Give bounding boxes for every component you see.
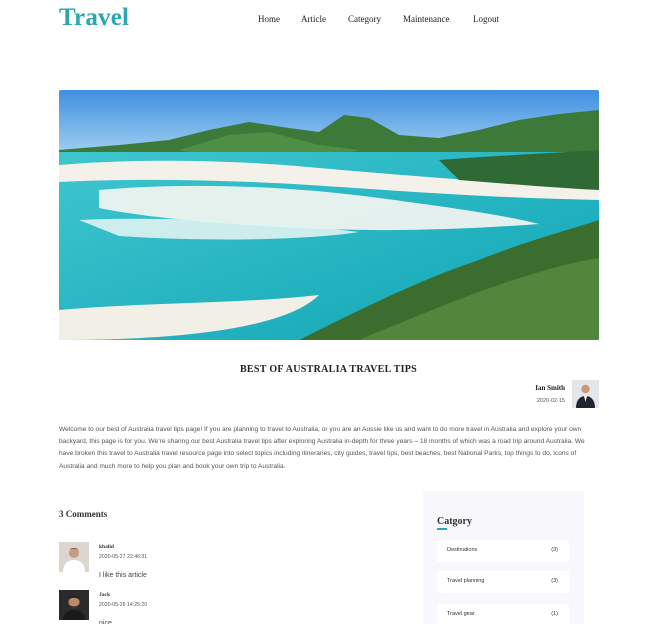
site-logo[interactable]: Travel [59, 4, 129, 32]
category-sidebar: Catgory Destinations (3) Travel planning… [423, 491, 584, 624]
author-info: Ian Smith 2020-02-15 [535, 384, 565, 404]
nav-logout[interactable]: Logout [473, 14, 499, 24]
comment-text: I like this article [99, 572, 147, 579]
author-avatar [572, 380, 599, 408]
author-name: Ian Smith [535, 384, 565, 392]
category-item-travel-planning[interactable]: Travel planning (3) [437, 571, 569, 593]
nav-home[interactable]: Home [258, 14, 301, 24]
title-underline [437, 528, 447, 530]
nav-maintenance[interactable]: Maintenance [403, 14, 473, 24]
category-count: (3) [551, 578, 558, 584]
nav-article[interactable]: Article [301, 14, 348, 24]
sidebar-title: Catgory [437, 516, 472, 527]
category-label: Destinations [447, 547, 478, 553]
category-count: (3) [551, 547, 558, 553]
category-label: Travel gear [447, 611, 475, 617]
comment-date: 2020-05-27 22:46:31 [99, 554, 148, 560]
comment-avatar [59, 590, 89, 620]
comments-heading: 3 Comments [59, 509, 108, 519]
nav-category[interactable]: Category [348, 14, 403, 24]
post-date: 2020-02-15 [536, 398, 565, 404]
category-label: Travel planning [447, 578, 485, 584]
category-item-destinations[interactable]: Destinations (3) [437, 540, 569, 562]
category-item-travel-gear[interactable]: Travel gear (1) [437, 604, 569, 624]
comment-author: Jack [99, 592, 110, 598]
category-count: (1) [551, 611, 558, 617]
comment-date: 2020-05-26 14:25:20 [99, 602, 148, 608]
comment-author: khalid [99, 544, 114, 550]
post-body: Welcome to our best of Australia travel … [59, 426, 585, 470]
hero-image [59, 90, 599, 340]
comment-avatar [59, 542, 89, 572]
main-nav: Home Article Category Maintenance Logout [258, 14, 499, 24]
comment-text: nice [99, 620, 112, 624]
post-title: BEST OF AUSTRALIA TRAVEL TIPS [239, 364, 418, 375]
